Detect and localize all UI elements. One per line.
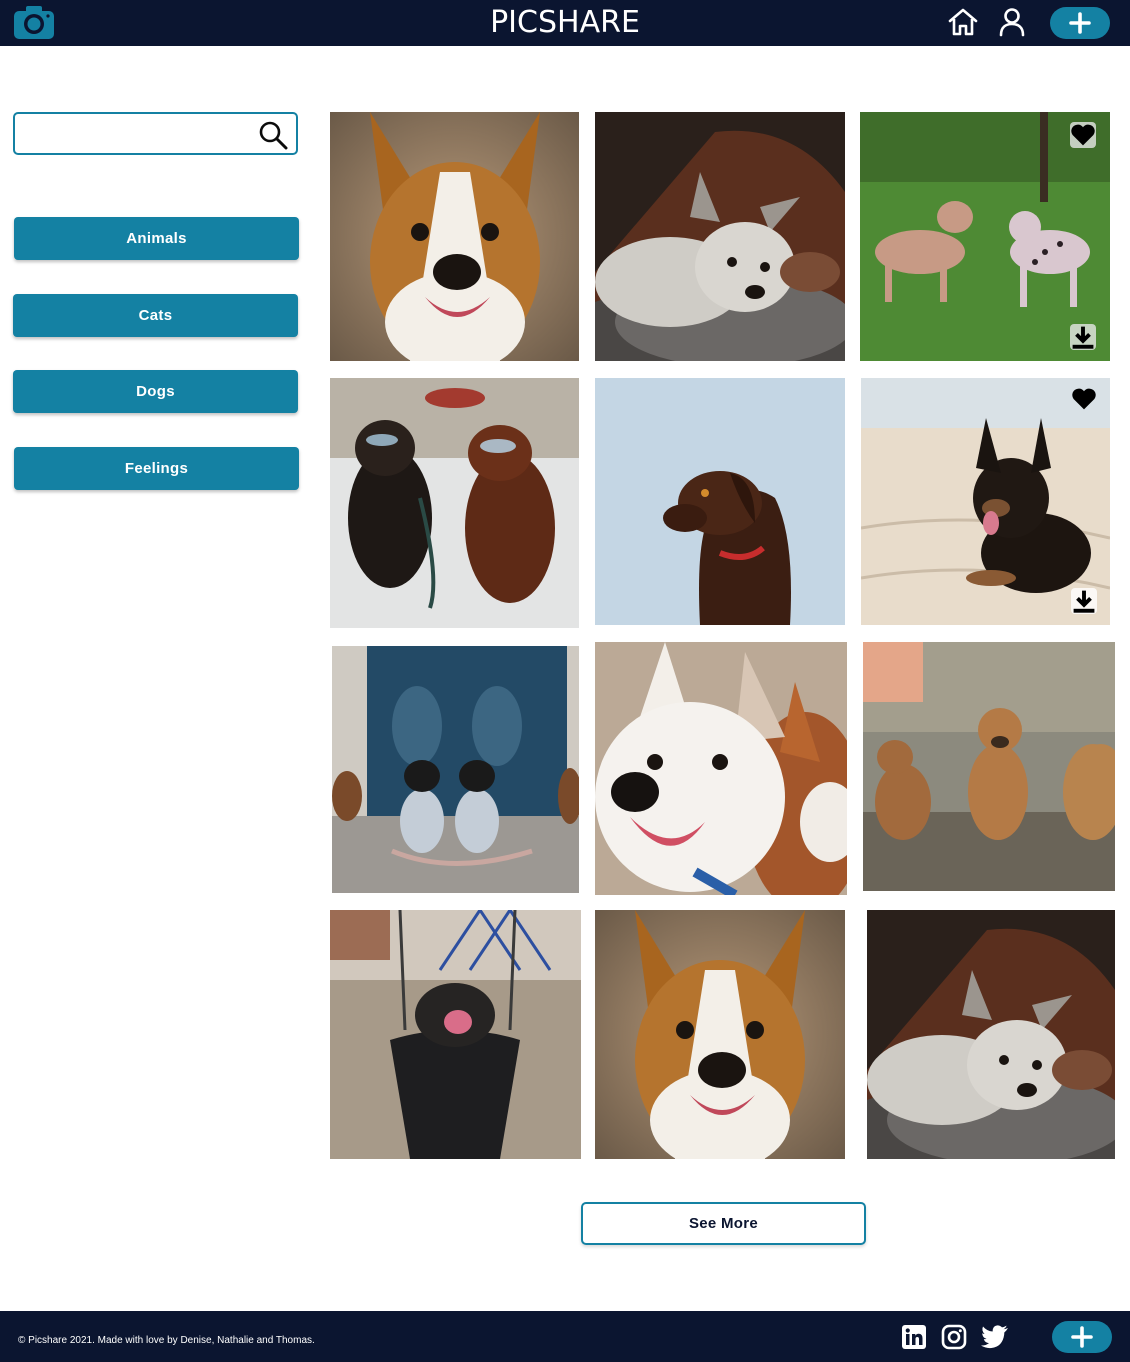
- gallery-photo[interactable]: [863, 642, 1115, 891]
- top-navbar: PICSHARE: [0, 0, 1130, 46]
- search-box[interactable]: [13, 112, 298, 155]
- see-more-button[interactable]: See More: [581, 1202, 866, 1245]
- download-icon[interactable]: [1070, 324, 1096, 350]
- gallery-photo[interactable]: [595, 112, 845, 361]
- plus-icon: [1069, 12, 1091, 34]
- search-input[interactable]: [23, 120, 253, 148]
- gallery-photo[interactable]: [330, 378, 579, 628]
- add-photo-button[interactable]: [1050, 7, 1110, 39]
- twitter-icon[interactable]: [981, 1324, 1009, 1350]
- category-cats-button[interactable]: Cats: [13, 294, 298, 337]
- gallery-photo[interactable]: [860, 112, 1110, 361]
- gallery-photo[interactable]: [867, 910, 1115, 1159]
- linkedin-icon[interactable]: [901, 1324, 927, 1350]
- instagram-icon[interactable]: [941, 1324, 967, 1350]
- search-icon[interactable]: [258, 120, 288, 150]
- gallery-photo[interactable]: [332, 646, 579, 893]
- gallery-photo[interactable]: [595, 642, 847, 895]
- home-icon[interactable]: [947, 7, 979, 37]
- gallery-photo[interactable]: [861, 378, 1110, 625]
- add-photo-footer-button[interactable]: [1052, 1321, 1112, 1353]
- heart-icon[interactable]: [1070, 122, 1096, 148]
- user-icon[interactable]: [998, 7, 1026, 37]
- gallery-photo[interactable]: [330, 910, 581, 1159]
- gallery-photo[interactable]: [595, 910, 845, 1159]
- gallery-photo[interactable]: [330, 112, 579, 361]
- download-icon[interactable]: [1071, 588, 1097, 614]
- category-feelings-button[interactable]: Feelings: [14, 447, 299, 490]
- plus-icon: [1071, 1326, 1093, 1348]
- copyright-text: © Picshare 2021. Made with love by Denis…: [18, 1335, 315, 1346]
- category-dogs-button[interactable]: Dogs: [13, 370, 298, 413]
- gallery-photo[interactable]: [595, 378, 845, 625]
- category-animals-button[interactable]: Animals: [14, 217, 299, 260]
- heart-icon[interactable]: [1071, 386, 1097, 412]
